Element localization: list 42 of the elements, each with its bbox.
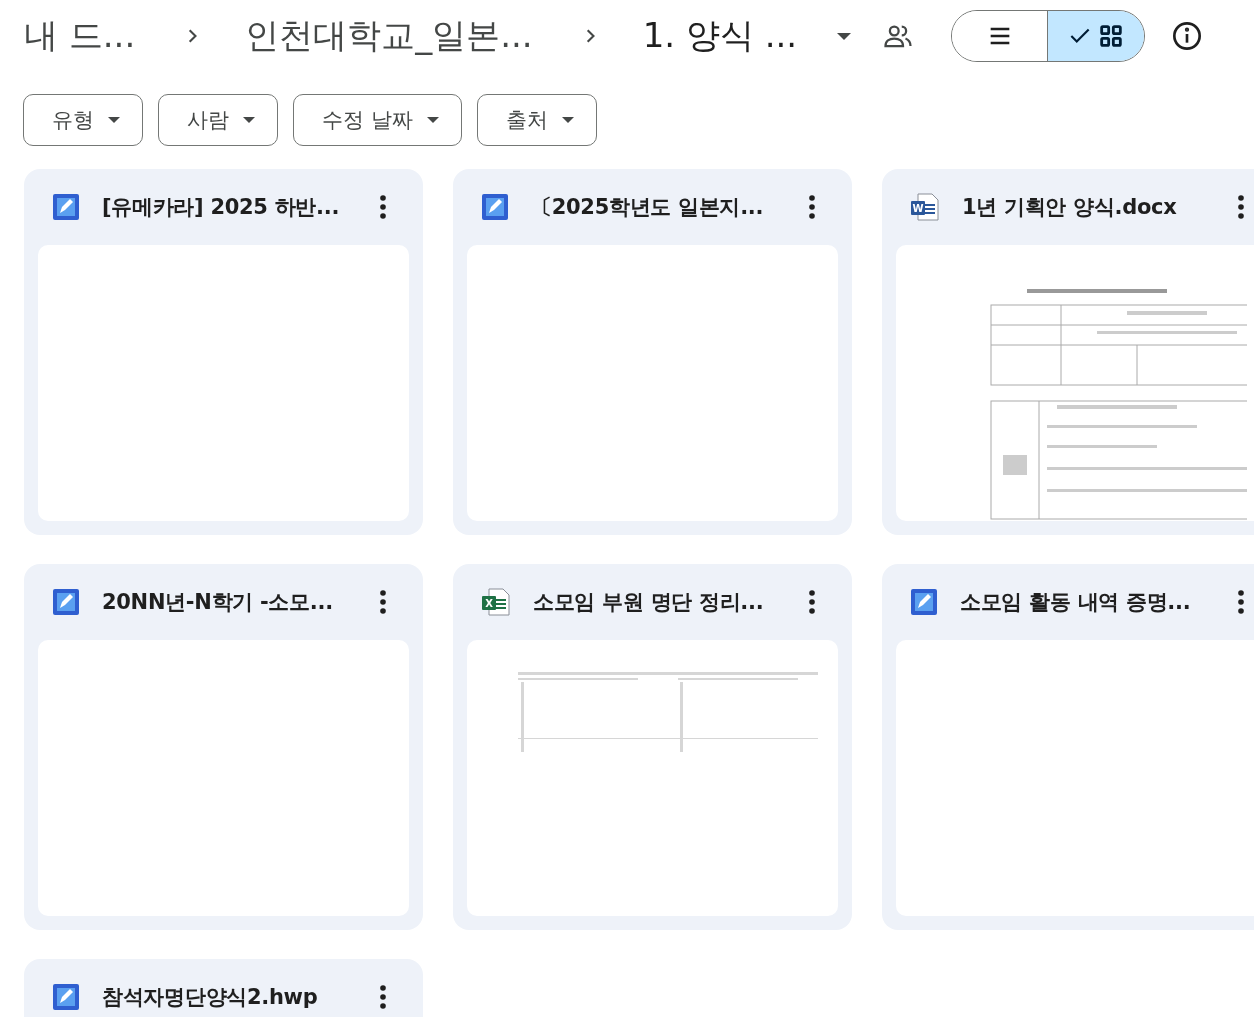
file-card[interactable]: 참석자명단양식2.hwp (24, 959, 423, 1017)
file-card[interactable]: W 1년 기획안 양식.docx (882, 169, 1254, 535)
file-name: 소모임 부원 명단 정리... (533, 589, 765, 616)
file-card[interactable]: X 소모임 부원 명단 정리... (453, 564, 852, 930)
more-options-icon[interactable] (808, 194, 816, 220)
file-name: 〔2025학년도 일본지... (531, 194, 765, 221)
breadcrumb-link[interactable]: 내 드... (24, 13, 136, 59)
more-options-icon[interactable] (379, 589, 387, 615)
document-icon (52, 588, 80, 616)
file-name: 참석자명단양식2.hwp (102, 984, 319, 1011)
more-options-icon[interactable] (379, 984, 387, 1010)
caret-icon (561, 117, 574, 123)
file-card[interactable]: [유메카라] 2025 하반... (24, 169, 423, 535)
filter-chip[interactable]: 유형 (23, 94, 143, 146)
file-name: 1년 기획안 양식.docx (962, 194, 1178, 221)
filter-chip[interactable]: 수정 날짜 (293, 94, 462, 146)
caret-icon (243, 117, 255, 123)
document-icon (910, 588, 938, 616)
file-card[interactable]: 〔2025학년도 일본지... (453, 169, 852, 535)
filter-chip[interactable]: 출처 (476, 94, 597, 146)
document-icon (52, 193, 80, 221)
caret-icon (426, 117, 439, 123)
file-card[interactable]: 소모임 활동 내역 증명... (882, 564, 1254, 930)
more-options-icon[interactable] (1237, 194, 1245, 220)
caret-icon (108, 117, 120, 123)
file-name: 20NN년-N학기 -소모... (102, 589, 334, 616)
breadcrumb-link[interactable]: 인천대학교_일본... (245, 13, 533, 59)
more-options-icon[interactable] (808, 589, 816, 615)
more-options-icon[interactable] (1237, 589, 1245, 615)
file-name: [유메카라] 2025 하반... (102, 194, 341, 221)
document-icon (52, 983, 80, 1011)
more-options-icon[interactable] (379, 194, 387, 220)
list-view-button[interactable] (952, 11, 1049, 61)
document-icon (481, 193, 509, 221)
caret-icon[interactable] (837, 32, 852, 40)
view-toggle[interactable] (951, 10, 1146, 62)
current-folder-title[interactable]: 1. 양식 ... (642, 13, 798, 59)
file-name: 소모임 활동 내역 증명... (960, 589, 1192, 616)
file-card[interactable]: 20NN년-N학기 -소모... (24, 564, 423, 930)
info-icon[interactable] (1171, 20, 1204, 52)
grid-view-button[interactable] (1048, 11, 1145, 61)
filter-chip[interactable]: 사람 (158, 94, 278, 146)
